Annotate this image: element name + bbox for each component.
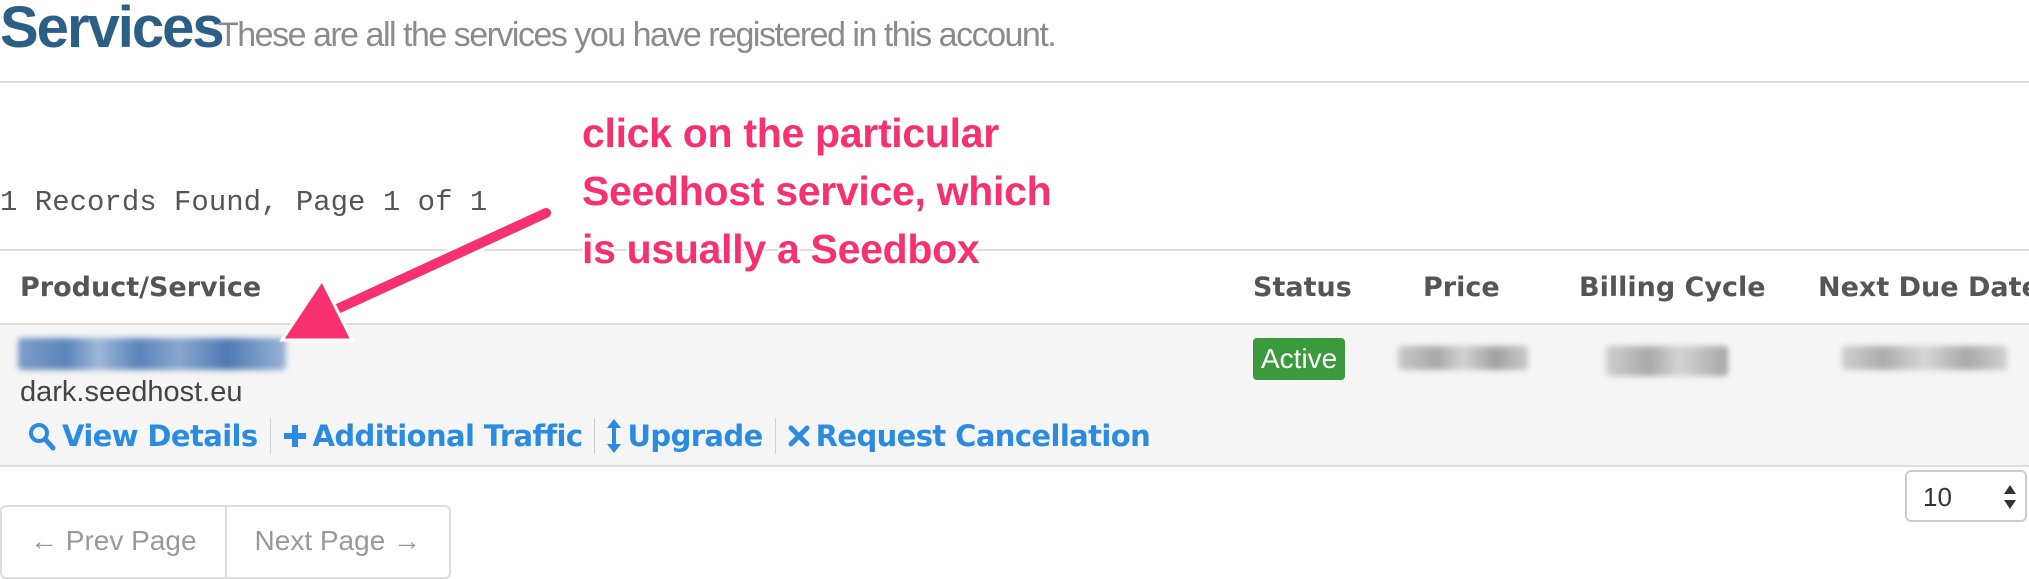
action-separator — [774, 418, 776, 454]
column-header-billing-cycle[interactable]: Billing Cycle — [1579, 272, 1766, 303]
next-due-date-value-redacted — [1842, 346, 2007, 370]
prev-page-button[interactable]: ← Prev Page — [2, 507, 225, 577]
annotation-line-1: click on the particular — [582, 110, 999, 156]
billing-cycle-value-redacted — [1606, 346, 1728, 376]
plus-icon — [283, 424, 307, 448]
view-details-label: View Details — [62, 419, 258, 453]
column-header-product-service[interactable]: Product/Service — [20, 272, 261, 303]
column-header-status[interactable]: Status — [1253, 272, 1352, 303]
status-badge: Active — [1253, 338, 1346, 380]
select-arrows-icon — [2003, 482, 2017, 517]
action-separator — [269, 418, 271, 454]
page-title: Services — [0, 0, 225, 60]
additional-traffic-link[interactable]: Additional Traffic — [283, 419, 583, 453]
pagination: ← Prev Page Next Page → — [0, 505, 452, 579]
additional-traffic-label: Additional Traffic — [312, 419, 584, 453]
search-icon — [28, 421, 56, 451]
records-found-text: 1 Records Found, Page 1 of 1 — [0, 186, 488, 219]
view-details-link[interactable]: View Details — [28, 419, 258, 453]
table-row-divider — [0, 465, 2029, 467]
action-separator — [594, 418, 596, 454]
page-size-select[interactable]: 10 — [1905, 470, 2027, 522]
request-cancellation-label: Request Cancellation — [815, 419, 1151, 453]
upgrade-label: Upgrade — [627, 419, 763, 453]
column-header-next-due-date[interactable]: Next Due Date — [1818, 272, 2029, 303]
service-actions: View Details Additional Traffic Upgrade … — [28, 414, 1151, 458]
next-page-button[interactable]: Next Page → — [224, 507, 450, 577]
request-cancellation-link[interactable]: Request Cancellation — [788, 419, 1151, 453]
annotation-line-2: Seedhost service, which — [582, 168, 1052, 214]
vertical-resize-icon — [607, 419, 622, 453]
product-name-link-redacted[interactable] — [18, 338, 286, 370]
header-divider — [0, 81, 2029, 83]
column-header-price[interactable]: Price — [1423, 272, 1500, 303]
times-icon — [788, 425, 810, 447]
price-value-redacted — [1398, 346, 1528, 370]
upgrade-link[interactable]: Upgrade — [607, 419, 763, 453]
service-domain: dark.seedhost.eu — [20, 376, 243, 408]
page-subtitle: These are all the services you have regi… — [218, 16, 1057, 54]
annotation-line-3: is usually a Seedbox — [582, 226, 980, 272]
page-size-value: 10 — [1923, 482, 1952, 512]
table-top-border — [0, 249, 2029, 251]
